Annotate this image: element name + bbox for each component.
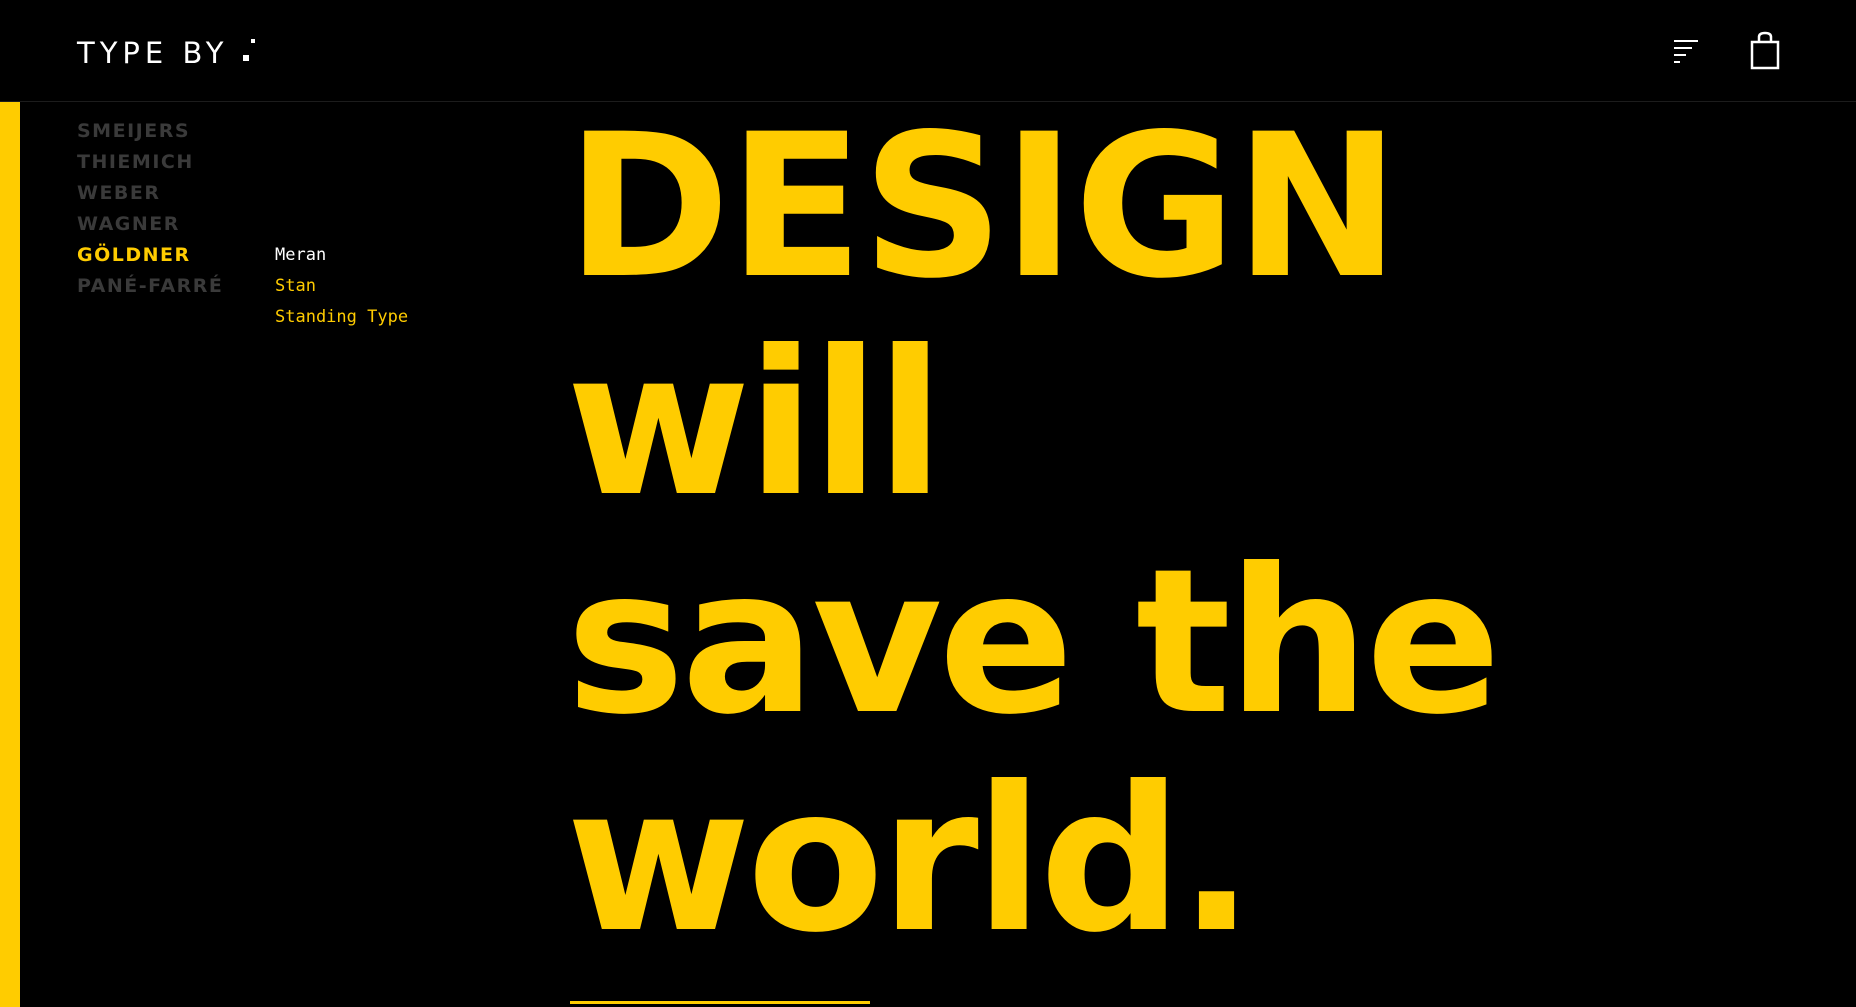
site-header: TYPE BY: [0, 0, 1856, 102]
headline-underline: [570, 1001, 870, 1004]
accent-bar: [0, 102, 20, 1007]
designer-nav: SMEIJERS THIEMICH WEBER WAGNER GÖLDNER P…: [77, 116, 223, 302]
designer-item-pane-farre[interactable]: PANÉ-FARRÉ: [77, 271, 223, 302]
hero-headline: DESIGN will save the world.: [566, 91, 1501, 977]
cart-button[interactable]: [1748, 30, 1782, 70]
font-item-meran[interactable]: Meran: [275, 240, 408, 271]
hero-line: save the: [566, 526, 1501, 759]
font-item-standing-type[interactable]: Standing Type: [275, 302, 408, 333]
menu-lines-icon: [1674, 40, 1698, 63]
logo[interactable]: TYPE BY: [77, 36, 257, 70]
hero-line: DESIGN: [566, 91, 1400, 322]
hero-line: will: [566, 308, 944, 541]
font-item-stan[interactable]: Stan: [275, 271, 408, 302]
hero-line: world.: [566, 744, 1255, 977]
logo-text: TYPE BY: [77, 36, 229, 70]
shopping-bag-icon: [1750, 31, 1780, 70]
logo-colon-mark-icon: [242, 37, 257, 63]
font-nav: Meran Stan Standing Type: [275, 240, 408, 333]
designer-item-smeijers[interactable]: SMEIJERS: [77, 116, 223, 147]
designer-item-wagner[interactable]: WAGNER: [77, 209, 223, 240]
designer-item-thiemich[interactable]: THIEMICH: [77, 147, 223, 178]
designer-item-goldner[interactable]: GÖLDNER: [77, 240, 223, 271]
designer-item-weber[interactable]: WEBER: [77, 178, 223, 209]
menu-button[interactable]: [1672, 36, 1702, 66]
